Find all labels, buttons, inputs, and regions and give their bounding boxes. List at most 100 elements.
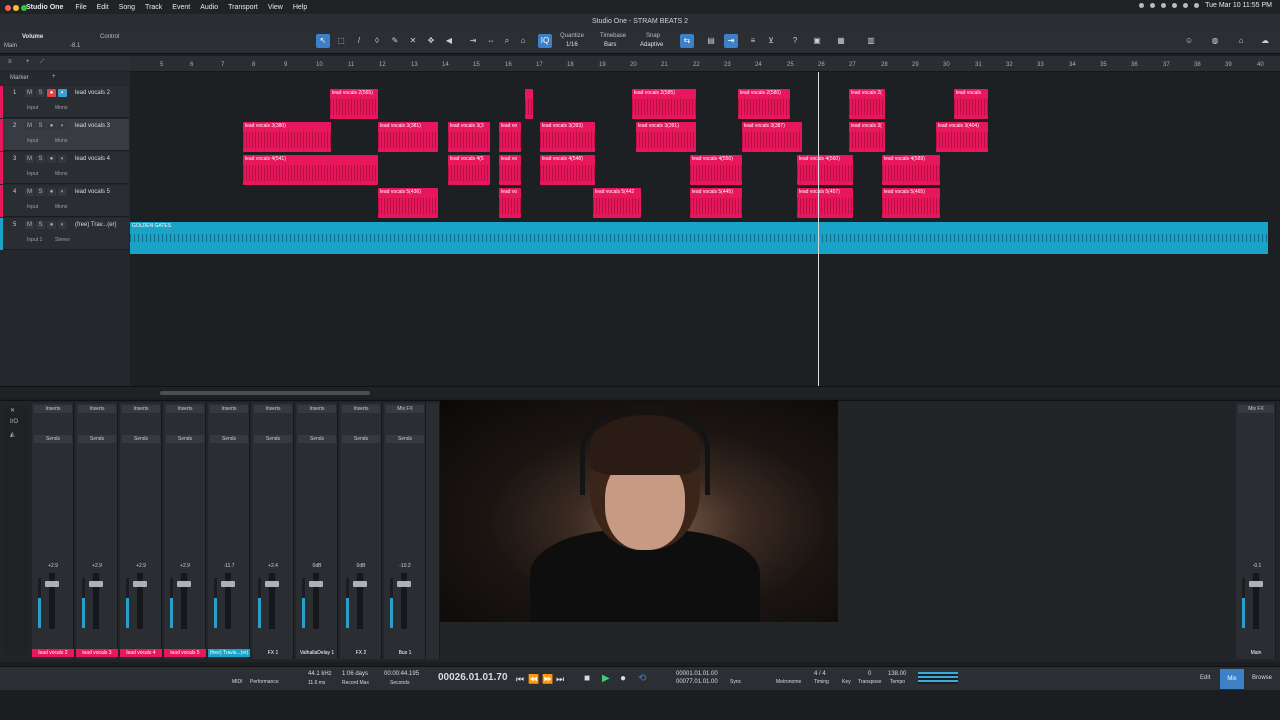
audio-clip[interactable]: lead vocals 2(565) [330,89,378,119]
audio-clip[interactable]: lead vocals 2(580) [738,89,790,119]
inserts-slot[interactable]: Inserts [78,405,116,413]
browse-view-button[interactable]: Browse [1252,675,1272,681]
zoom-tool-button[interactable]: ⇔ [484,34,498,48]
channel-label[interactable]: lead vocals 4 [120,649,162,657]
arrangement-view[interactable]: lead vocals 2(565) lead vocals 2(585) le… [130,72,1280,386]
track-header-4[interactable]: 4 M S ● ◐ lead vocals 5 Input Mono [0,185,129,217]
inserts-slot[interactable]: Inserts [254,405,292,413]
channel-label[interactable]: ValhallaDelay 1 [296,649,338,657]
main-volume[interactable]: -0.1 [1236,563,1278,569]
audio-clip[interactable]: lead vocals 4(589) [882,155,940,185]
channel-volume[interactable]: +2.9 [32,563,74,569]
fader-handle[interactable] [265,581,279,587]
inserts-slot[interactable]: Inserts [34,405,72,413]
video-icon[interactable]: ▣ [810,34,824,48]
mixfx-slot[interactable]: Mix FX [386,405,424,413]
arrangement-scrollbar[interactable] [0,386,1280,398]
menu-edit[interactable]: Edit [97,4,109,11]
shop-icon[interactable]: ◍ [1208,34,1222,48]
audio-clip[interactable]: lead vocals 5(442 [593,188,641,218]
menu-help[interactable]: Help [293,4,307,11]
solo-button[interactable]: S [36,155,45,163]
sends-slot[interactable]: Sends [342,435,380,443]
mute-button[interactable]: M [25,89,34,97]
close-icon[interactable]: ✕ [10,407,15,414]
audio-clip[interactable]: lead vo [499,122,521,152]
snap-toggle-button[interactable]: ⇆ [680,34,694,48]
record-button[interactable]: ● [620,673,626,684]
audio-clip[interactable]: lead vocals 3(381) [378,122,438,152]
minimize-window-icon[interactable] [13,5,19,11]
add-marker-icon[interactable]: + [52,74,56,80]
layout-icon[interactable]: ▥ [864,34,878,48]
inserts-slot[interactable]: Inserts [166,405,204,413]
quantize-value[interactable]: 1/16 [566,42,578,48]
playhead-cursor[interactable] [818,72,819,386]
stop-button[interactable]: ■ [584,673,590,684]
ripple-button[interactable]: ⇥ [466,34,480,48]
channel-volume[interactable]: 0dB [340,563,382,569]
monitor-button[interactable]: ◐ [58,221,67,229]
track-input[interactable]: Input [27,105,38,111]
scroll-thumb[interactable] [160,391,370,395]
track-channel-mode[interactable]: Mono [55,204,68,210]
menu-event[interactable]: Event [172,4,190,11]
eraser-tool-button[interactable]: ◊ [370,34,384,48]
autoscroll-button[interactable]: ▤ [704,34,718,48]
wifi-icon[interactable] [1172,3,1178,8]
audio-clip[interactable] [525,89,533,119]
status-icon[interactable] [1150,3,1156,8]
track-header-1[interactable]: 1 M S ● ◐ lead vocals 2 Input Mono [0,86,129,118]
inserts-slot[interactable]: Inserts [122,405,160,413]
fader-handle[interactable] [397,581,411,587]
monitor-button[interactable]: ◐ [58,122,67,130]
menu-view[interactable]: View [268,4,283,11]
range-tool-button[interactable]: ⬚ [334,34,348,48]
track-name[interactable]: lead vocals 3 [75,123,110,129]
track-channel-mode[interactable]: Mono [55,105,68,111]
beat-audio-clip[interactable]: GOLDEN GATES [130,222,1268,254]
audio-clip[interactable]: lead vocals [954,89,988,119]
zoom-icon[interactable]: ⌕ [500,34,514,48]
audio-clip[interactable]: lead vocals 5(457) [797,188,853,218]
mute-button[interactable]: M [25,155,34,163]
mute-button[interactable]: M [25,122,34,130]
channel-label[interactable]: FX 2 [340,649,382,657]
help-icon[interactable]: ? [788,34,802,48]
fader-handle[interactable] [1249,581,1263,587]
split-tool-button[interactable]: / [352,34,366,48]
forward-button[interactable]: ⏩ [542,674,553,685]
list-icon[interactable]: ≡ [8,59,12,65]
fader-handle[interactable] [309,581,323,587]
audio-clip[interactable]: lead vocals 3(387) [742,122,802,152]
solo-button[interactable]: S [36,188,45,196]
record-arm-button[interactable]: ● [47,188,56,196]
channel-label[interactable]: lead vocals 3 [76,649,118,657]
channel-label[interactable]: (free) Travis...(er) [208,649,250,657]
channel-volume[interactable]: +2.9 [76,563,118,569]
fader-handle[interactable] [221,581,235,587]
close-window-icon[interactable] [5,5,11,11]
channel-volume[interactable]: +2.9 [164,563,206,569]
fader-handle[interactable] [133,581,147,587]
mix-view-button[interactable]: Mix [1220,669,1244,689]
grid-icon[interactable]: ▦ [834,34,848,48]
follow-button[interactable]: ⇥ [724,34,738,48]
status-icon[interactable] [1139,3,1145,8]
inserts-slot[interactable]: Inserts [342,405,380,413]
audio-clip[interactable]: lead vo [499,155,521,185]
battery-icon[interactable] [1183,3,1189,8]
audio-clip[interactable]: lead vocals 3(393) [540,122,595,152]
mixfx-slot[interactable]: Mix FX [1238,405,1274,413]
sends-slot[interactable]: Sends [298,435,336,443]
fader-handle[interactable] [177,581,191,587]
track-name[interactable]: lead vocals 4 [75,156,110,162]
automation-icon[interactable]: ⟋ [40,59,44,66]
solo-button[interactable]: S [36,122,45,130]
audio-clip[interactable]: lead vocals 4(548) [540,155,595,185]
fader-handle[interactable] [353,581,367,587]
menu-track[interactable]: Track [145,4,162,11]
add-track-icon[interactable]: + [26,59,30,65]
mute-button[interactable]: M [25,221,34,229]
loop-end[interactable]: 00077.01.01.00 [676,679,718,685]
